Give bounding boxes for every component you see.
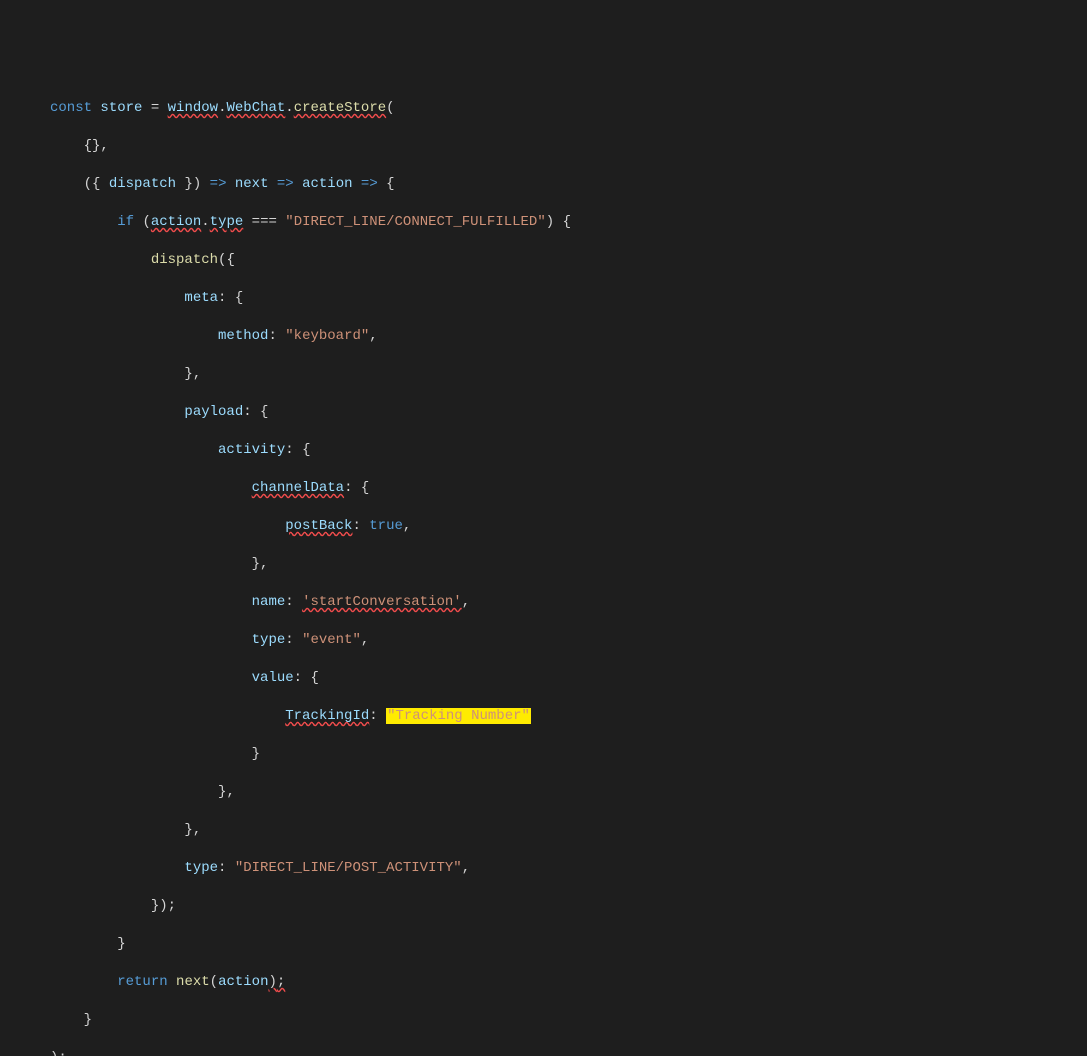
code-line: }); [0,897,1087,916]
code-line: if (action.type === "DIRECT_LINE/CONNECT… [0,213,1087,232]
param-action: action [302,176,352,192]
code-line: } [0,745,1087,764]
keyword-return: return [117,974,167,990]
str-connect-fulfilled: "DIRECT_LINE/CONNECT_FULFILLED" [285,214,545,230]
code-line: payload: { [0,403,1087,422]
code-line: type: "event", [0,631,1087,650]
str-startconversation: 'startConversation' [302,594,462,610]
ident-action: action [151,214,201,230]
code-line: activity: { [0,441,1087,460]
code-line: {}, [0,137,1087,156]
code-line: }, [0,783,1087,802]
code-line: channelData: { [0,479,1087,498]
str-keyboard: "keyboard" [285,328,369,344]
kw-true: true [369,518,403,534]
fn-dispatch: dispatch [151,252,218,268]
prop-type: type [210,214,244,230]
code-line: method: "keyboard", [0,327,1087,346]
prop-activity: activity [218,442,285,458]
code-line: }, [0,365,1087,384]
code-line: ); [0,1049,1087,1056]
str-event: "event" [302,632,361,648]
ident-webchat: WebChat [226,100,285,116]
code-line: }, [0,821,1087,840]
code-line: meta: { [0,289,1087,308]
code-line: value: { [0,669,1087,688]
code-line: } [0,1011,1087,1030]
param-next: next [235,176,269,192]
keyword-const: const [50,100,92,116]
var-store: store [100,100,142,116]
prop-meta: meta [184,290,218,306]
code-line: postBack: true, [0,517,1087,536]
code-line: dispatch({ [0,251,1087,270]
code-line: ({ dispatch }) => next => action => { [0,175,1087,194]
prop-value: value [252,670,294,686]
ident-window: window [168,100,218,116]
prop-payload: payload [184,404,243,420]
prop-channeldata: channelData [252,480,344,496]
code-line: } [0,935,1087,954]
str-post-activity: "DIRECT_LINE/POST_ACTIVITY" [235,860,462,876]
fn-next: next [176,974,210,990]
code-line: type: "DIRECT_LINE/POST_ACTIVITY", [0,859,1087,878]
code-line: const store = window.WebChat.createStore… [0,99,1087,118]
prop-name: name [252,594,286,610]
code-line: name: 'startConversation', [0,593,1087,612]
code-line: TrackingId: "Tracking Number" [0,707,1087,726]
fn-createstore: createStore [294,100,386,116]
code-line: return next(action); [0,973,1087,992]
str-tracking-number-highlighted: "Tracking Number" [386,708,531,724]
prop-postback: postBack [285,518,352,534]
prop-method: method [218,328,268,344]
code-line: }, [0,555,1087,574]
keyword-if: if [117,214,134,230]
code-editor[interactable]: const store = window.WebChat.createStore… [0,80,1087,1056]
prop-trackingid: TrackingId [285,708,369,724]
ident-action: action [218,974,268,990]
param-dispatch: dispatch [109,176,176,192]
prop-type: type [252,632,286,648]
prop-type: type [184,860,218,876]
